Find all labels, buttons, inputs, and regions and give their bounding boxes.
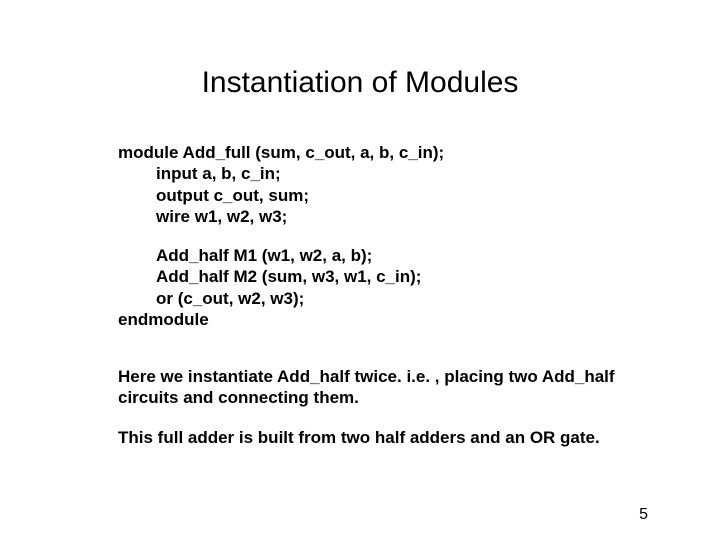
blank-line xyxy=(118,409,638,427)
code-line: output c_out, sum; xyxy=(118,185,638,206)
code-line: Add_half M1 (w1, w2, a, b); xyxy=(118,245,638,266)
code-line: or (c_out, w2, w3); xyxy=(118,288,638,309)
blank-line xyxy=(118,227,638,245)
page-number: 5 xyxy=(639,506,648,524)
code-line: wire w1, w2, w3; xyxy=(118,206,638,227)
code-line: endmodule xyxy=(118,309,638,330)
slide-body: module Add_full (sum, c_out, a, b, c_in)… xyxy=(118,142,638,448)
slide-title: Instantiation of Modules xyxy=(0,66,720,100)
code-line: input a, b, c_in; xyxy=(118,163,638,184)
code-line: Add_half M2 (sum, w3, w1, c_in); xyxy=(118,266,638,287)
slide: Instantiation of Modules module Add_full… xyxy=(0,0,720,540)
blank-line xyxy=(118,348,638,366)
blank-line xyxy=(118,330,638,348)
explanation-text: Here we instantiate Add_half twice. i.e.… xyxy=(118,366,638,409)
code-line: module Add_full (sum, c_out, a, b, c_in)… xyxy=(118,142,638,163)
explanation-text: This full adder is built from two half a… xyxy=(118,427,638,448)
